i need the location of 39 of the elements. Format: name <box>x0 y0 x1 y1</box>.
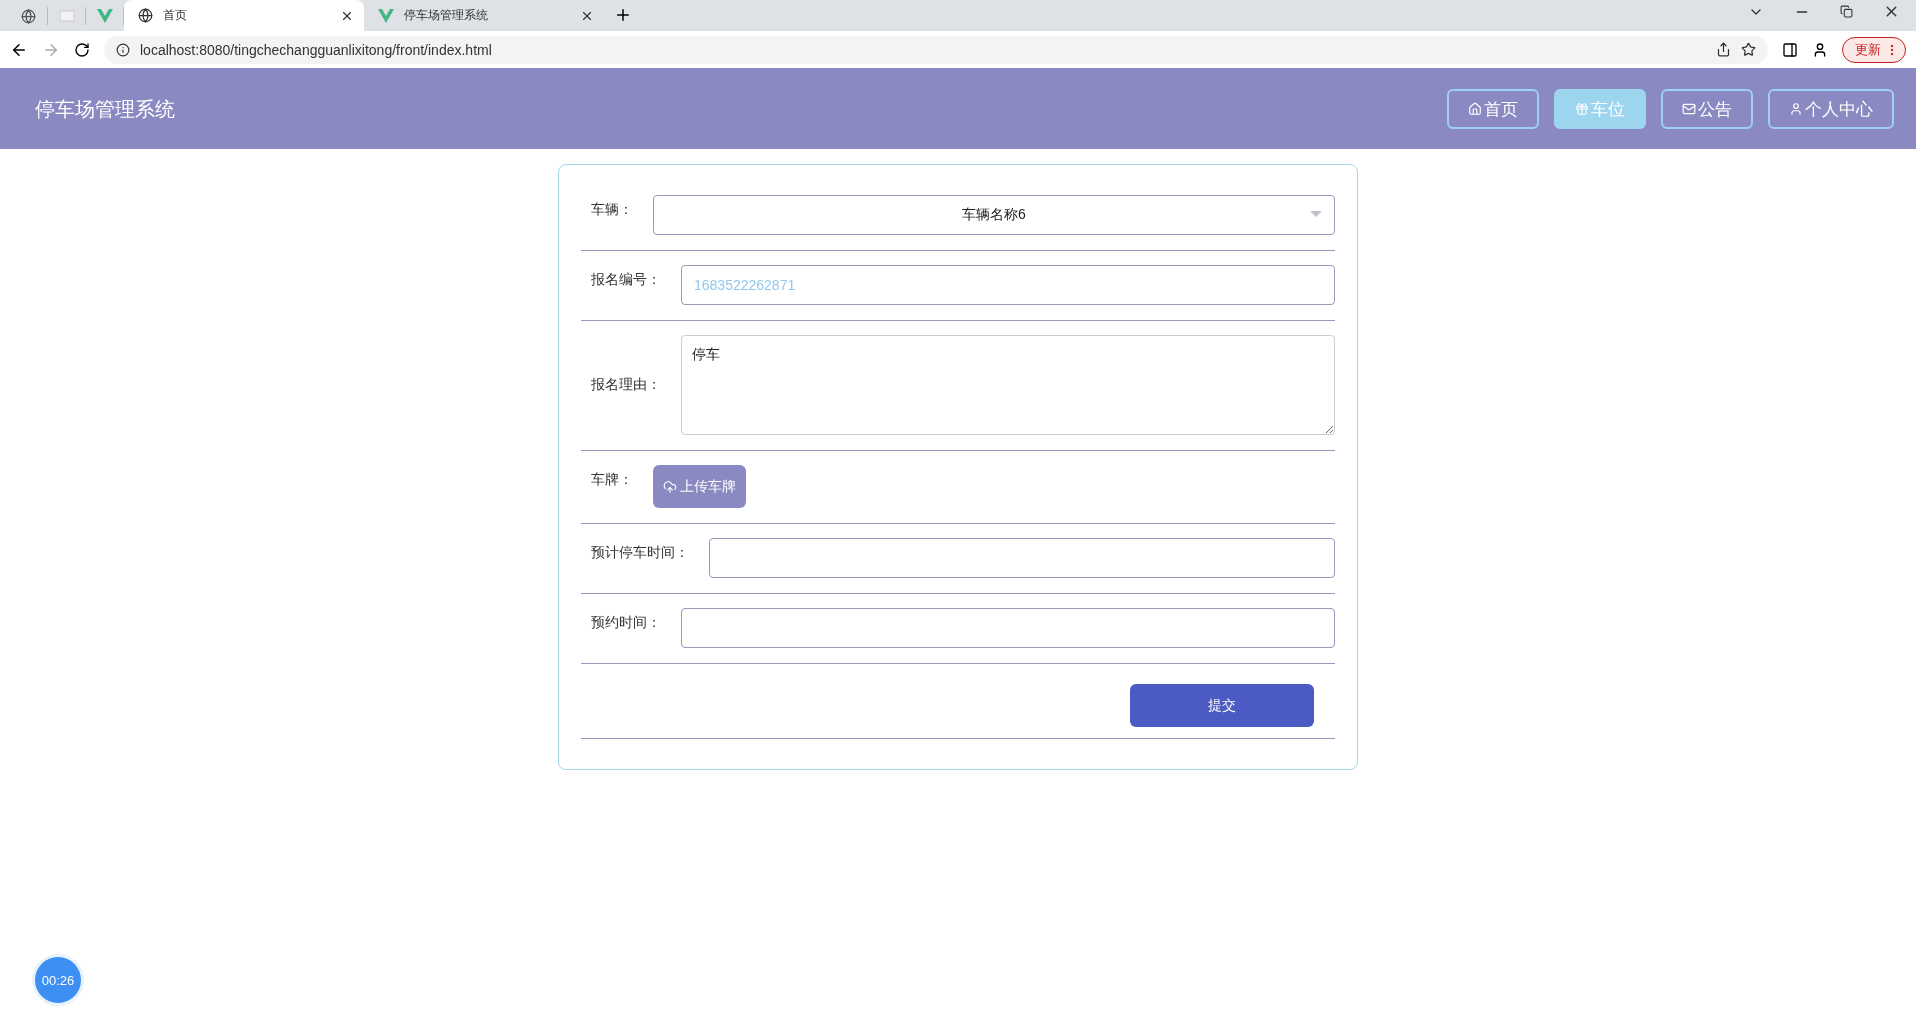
update-button[interactable]: 更新 <box>1842 36 1906 63</box>
browser-tab[interactable]: 停车场管理系统 <box>364 0 604 31</box>
field-label: 报名理由： <box>590 376 662 394</box>
field-label: 车牌： <box>590 470 634 489</box>
star-icon[interactable] <box>1741 42 1756 57</box>
field-label: 预计停车时间： <box>590 543 690 562</box>
nav-button[interactable]: 公告 <box>1661 89 1753 129</box>
select-value: 车辆名称6 <box>962 206 1026 224</box>
mail-icon <box>1682 102 1696 116</box>
browser-tab[interactable]: 首页 <box>124 0 364 31</box>
submit-button[interactable]: 提交 <box>1130 684 1314 727</box>
reason-textarea[interactable]: 停车 <box>681 335 1335 435</box>
field-label: 报名编号： <box>590 270 662 289</box>
gift-icon <box>1575 102 1589 116</box>
v-logo-icon <box>378 8 394 23</box>
field-label: 车辆： <box>590 200 634 219</box>
upload-button[interactable]: 上传车牌 <box>653 465 746 508</box>
input-field[interactable] <box>709 538 1335 578</box>
input-field[interactable] <box>681 608 1335 648</box>
user-icon <box>1789 102 1803 116</box>
field-label: 预约时间： <box>590 613 662 632</box>
timer-badge: 00:26 <box>32 954 84 1006</box>
nav-button[interactable]: 个人中心 <box>1768 89 1894 129</box>
globe-icon <box>138 8 153 23</box>
nav-button[interactable]: 首页 <box>1447 89 1539 129</box>
share-icon[interactable] <box>1716 42 1731 57</box>
restore-icon[interactable] <box>1840 5 1853 18</box>
home-icon <box>1468 102 1482 116</box>
site-title: 停车场管理系统 <box>35 96 176 122</box>
reload-icon[interactable] <box>74 41 90 58</box>
vehicle-select[interactable]: 车辆名称6 <box>653 195 1335 235</box>
profile-icon[interactable] <box>1812 41 1828 58</box>
new-tab-icon[interactable] <box>614 6 632 24</box>
caret-icon <box>1310 211 1322 217</box>
url-text: localhost:8080/tingchechangguanlixitong/front/index.html <box>140 41 493 58</box>
side-panel-icon[interactable] <box>1782 41 1798 58</box>
cloud-upload-icon <box>663 479 677 494</box>
info-icon[interactable] <box>116 42 130 57</box>
address-bar[interactable]: localhost:8080/tingchechangguanlixitong/front/index.html <box>104 35 1768 64</box>
